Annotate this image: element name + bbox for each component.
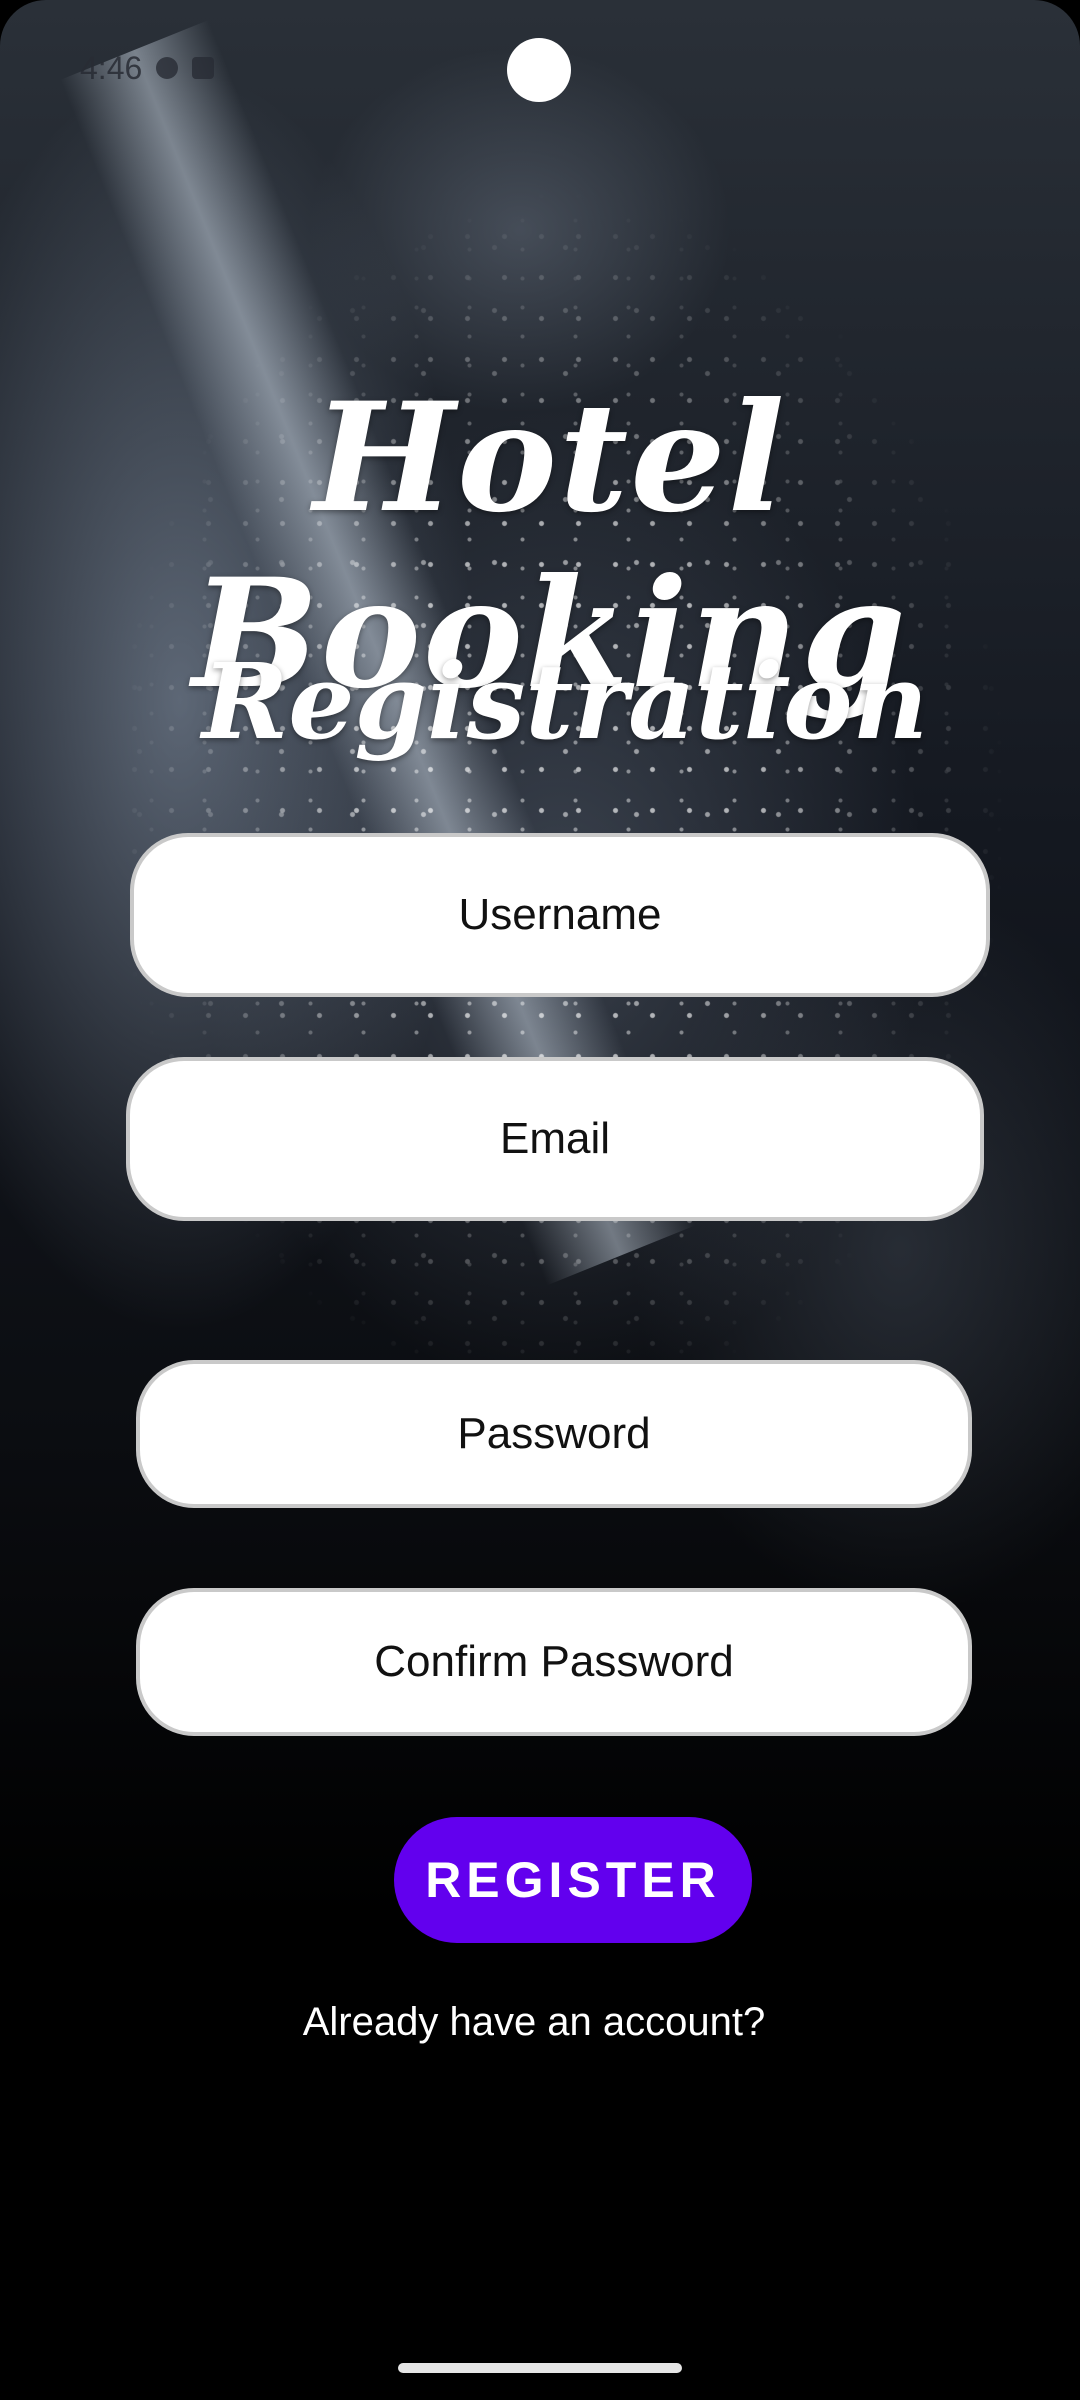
login-link[interactable]: Already have an account? [0,2000,1068,2045]
sim-card-icon [192,57,215,79]
email-input[interactable] [130,1060,980,1218]
username-input[interactable] [134,836,986,994]
register-button[interactable]: REGISTER [394,1817,752,1943]
registration-screen: 4:46 Hotel Booking Registration REGISTER… [0,0,1080,2400]
page-subtitle: Registration [201,640,929,763]
front-camera-cutout [507,38,571,102]
notification-icon [156,57,179,79]
password-input[interactable] [140,1363,968,1505]
confirm-password-input[interactable] [140,1591,968,1733]
email-field[interactable] [126,1057,984,1221]
home-indicator[interactable] [398,2363,682,2373]
confirm-password-field[interactable] [136,1588,972,1736]
status-time: 4:46 [80,49,143,86]
status-bar: 4:46 [80,48,215,88]
username-field[interactable] [130,833,990,997]
password-field[interactable] [136,1360,972,1508]
